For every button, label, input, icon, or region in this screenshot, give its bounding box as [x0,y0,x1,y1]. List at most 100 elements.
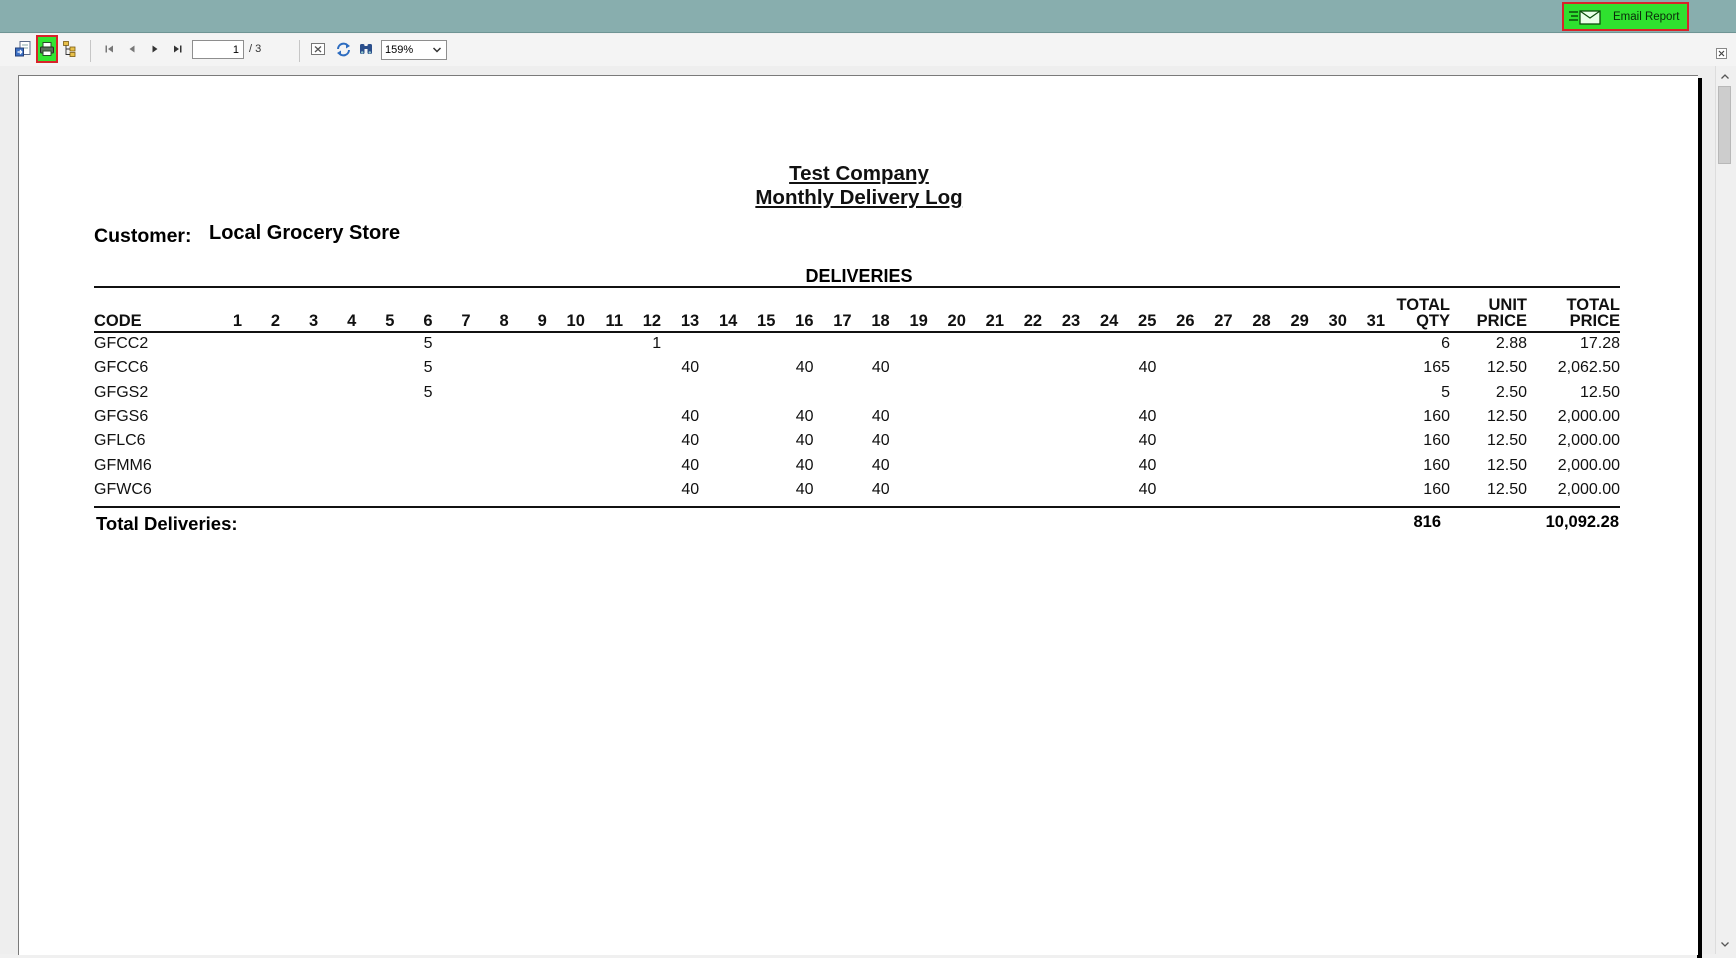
email-report-button[interactable]: Email Report [1562,2,1689,31]
row-day-value: 40 [1138,480,1157,498]
company-name: Test Company [789,162,929,185]
total-price-value: 10,092.28 [1545,513,1619,531]
chevron-up-icon [1721,73,1729,79]
header-day: 16 [795,312,814,330]
page-number-input[interactable] [192,40,244,59]
row-day-value: 40 [871,407,890,425]
export-button[interactable] [13,39,33,59]
binoculars-icon [360,44,372,54]
row-day-value: 40 [681,456,700,474]
header-day: 6 [423,312,433,330]
header-day: 18 [871,312,890,330]
header-day: 25 [1138,312,1157,330]
row-day-value: 40 [681,359,700,377]
header-total-qty-line1: TOTAL [1396,296,1450,314]
row-total-price: 17.28 [1579,335,1620,352]
chevron-down-icon [1721,941,1729,947]
header-unit-price-line2: PRICE [1476,312,1527,330]
row-total-price: 12.50 [1579,383,1620,401]
export-icon [15,41,31,57]
last-page-icon [174,45,182,53]
header-day: 3 [309,312,319,330]
header-day: 10 [566,312,585,330]
header-day: 29 [1290,312,1309,330]
header-day: 5 [385,312,395,330]
report-title: Monthly Delivery Log [755,186,963,209]
row-total-qty: 165 [1423,359,1450,377]
report-viewer: Test Company Monthly Delivery Log Custom… [0,66,1716,958]
last-page-button[interactable] [168,39,188,59]
report-toolbar: / 3 159% [0,34,1736,66]
row-total-qty: 5 [1441,383,1450,401]
zoom-select[interactable]: 159% [381,40,447,60]
row-code: GFLC6 [94,432,146,450]
header-day: 22 [1023,312,1043,330]
prev-page-icon [129,45,135,53]
scroll-up-button[interactable] [1716,68,1734,85]
print-icon [40,42,54,56]
scroll-thumb[interactable] [1718,86,1731,164]
group-tree-icon [63,41,76,57]
print-button[interactable] [36,35,58,63]
header-day: 7 [461,312,471,330]
row-total-qty: 160 [1423,432,1450,450]
row-day-value: 5 [423,335,433,352]
row-unit-price: 12.50 [1486,432,1527,450]
header-day: 30 [1328,312,1347,330]
row-total-price: 2,000.00 [1557,432,1620,450]
vertical-scrollbar[interactable] [1715,66,1734,954]
previous-page-button[interactable] [122,39,142,59]
scroll-down-button[interactable] [1716,935,1734,952]
row-total-qty: 160 [1423,407,1450,425]
row-unit-price: 2.50 [1495,383,1527,401]
search-text-button[interactable] [356,39,376,59]
row-day-value: 40 [1138,432,1157,450]
chevron-down-icon [432,47,442,53]
row-total-qty: 6 [1441,335,1450,352]
header-total-price-line2: PRICE [1569,312,1620,330]
header-day: 28 [1252,312,1271,330]
total-deliveries-label: Total Deliveries: [96,513,238,534]
header-day: 21 [985,312,1004,330]
row-day-value: 40 [795,480,814,498]
header-day: 2 [270,312,281,330]
row-total-qty: 160 [1423,480,1450,498]
header-day: 24 [1099,312,1119,330]
row-total-price: 2,000.00 [1557,480,1620,498]
close-current-view-button[interactable] [308,39,328,59]
next-page-button[interactable] [145,39,165,59]
row-code: GFCC2 [94,335,149,352]
row-code: GFMM6 [94,456,152,474]
row-day-value: 5 [423,383,433,401]
row-unit-price: 12.50 [1486,456,1527,474]
customer-name: Local Grocery Store [209,222,401,244]
zoom-value: 159% [385,44,414,56]
header-total-qty-line2: QTY [1416,312,1450,330]
row-code: GFGS2 [94,383,149,401]
next-page-icon [152,45,158,53]
group-tree-button[interactable] [61,39,81,59]
row-code: GFCC6 [94,359,149,377]
header-day: 4 [347,312,357,330]
close-panel-button[interactable] [1716,46,1727,64]
header-day: 14 [718,312,738,330]
header-day: 26 [1176,312,1195,330]
row-day-value: 1 [652,335,662,352]
first-page-button[interactable] [99,39,119,59]
header-day: 15 [757,312,776,330]
refresh-button[interactable] [333,39,353,59]
row-day-value: 40 [871,480,890,498]
row-day-value: 40 [681,432,700,450]
customer-label: Customer: [94,225,192,247]
header-day: 13 [680,312,700,330]
row-day-value: 40 [871,359,890,377]
total-qty-value: 816 [1413,513,1441,531]
row-day-value: 40 [795,359,814,377]
top-bar: Email Report [0,0,1736,33]
header-day: 12 [642,312,662,330]
row-code: GFWC6 [94,480,152,498]
row-day-value: 40 [1138,407,1157,425]
header-total-price-line1: TOTAL [1566,296,1620,314]
refresh-icon [336,42,350,56]
header-day: 1 [232,312,242,330]
